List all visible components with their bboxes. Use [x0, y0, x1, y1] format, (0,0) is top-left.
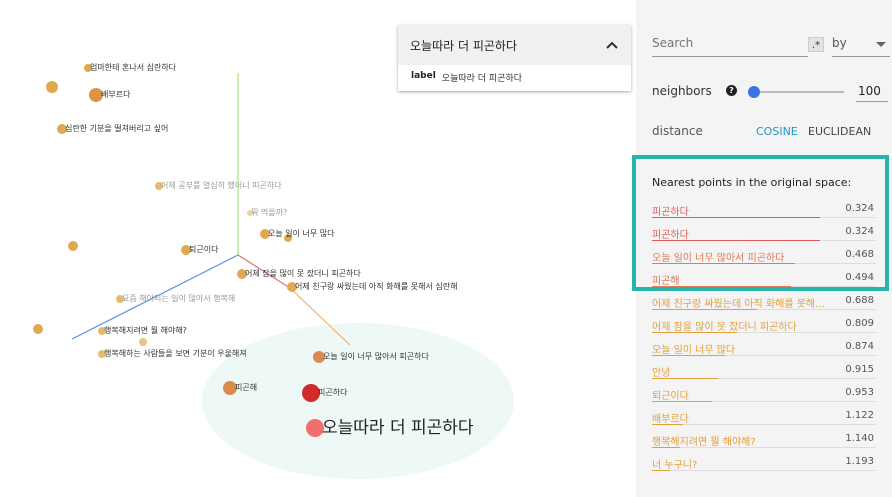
nearest-point-distance: 0.915 — [845, 364, 874, 375]
distance-row: distance COSINE EUCLIDEAN — [652, 124, 882, 140]
nearest-point-label[interactable]: 피곤해 — [652, 272, 680, 287]
nearest-point-label[interactable]: 피곤하다 — [652, 226, 689, 241]
nearest-point-label[interactable]: 오늘 일이 너무 많다 — [652, 341, 735, 356]
data-point-label: 배부르다 — [101, 90, 131, 99]
neighbors-input[interactable]: 100 — [858, 84, 888, 98]
nearest-point-distance: 0.468 — [845, 249, 874, 260]
card-title: 오늘따라 더 피곤하다 — [410, 38, 517, 53]
nearest-point-label[interactable]: 행복해지려면 뭘 해야해? — [652, 433, 756, 448]
nearest-point-row[interactable]: 너 누구니? 1.193 — [652, 453, 876, 476]
nearest-point-row[interactable]: 어제 잠을 많이 못 잤더니 피곤하다 0.809 — [652, 315, 876, 338]
card-body: label 오늘따라 더 피곤하다 — [398, 65, 631, 90]
data-point-label: 행복해지려면 뭘 해야해? — [104, 326, 187, 335]
neighbors-row: neighbors ? 100 — [652, 82, 888, 102]
distance-label: distance — [652, 124, 703, 138]
nearest-point-row[interactable]: 어제 친구랑 싸웠는데 아직 화해를 못해... 0.688 — [652, 292, 876, 315]
data-point-label: 요즘 해야되는 일이 많아서 행복해 — [122, 294, 236, 303]
nearest-point-distance: 0.953 — [845, 387, 874, 398]
inspector-panel: .* by neighbors ? 100 distance COSINE EU… — [636, 0, 892, 497]
neighbors-input-underline — [856, 101, 888, 102]
nearest-point-distance: 0.494 — [845, 272, 874, 283]
nearest-point-label[interactable]: 너 누구니? — [652, 456, 697, 471]
nearest-point-label[interactable]: 어제 잠을 많이 못 잤더니 피곤하다 — [652, 318, 797, 333]
neighbors-slider-track[interactable] — [750, 91, 844, 93]
data-point-label: 행복해하는 사람들을 보면 기분이 우울해져 — [104, 349, 247, 358]
distance-option-cosine[interactable]: COSINE — [756, 125, 798, 138]
data-point-label: 뭐 먹을까? — [251, 208, 288, 217]
data-point-label: 어제 잠을 많이 못 잤더니 피곤하다 — [245, 269, 361, 278]
nearest-point-distance: 0.324 — [845, 203, 874, 214]
neighbors-slider-thumb[interactable] — [747, 86, 760, 98]
neighbors-label: neighbors — [652, 84, 712, 98]
data-point-label: 오늘 일이 너무 많다 — [268, 229, 335, 238]
nearest-point-label[interactable]: 배부르다 — [652, 410, 689, 425]
nearest-points-list: Nearest points in the original space: 피곤… — [652, 176, 876, 476]
data-point-label: 피곤하다 — [318, 388, 348, 397]
data-point-label: 심란한 기분을 떨쳐버리고 싶어 — [65, 124, 169, 133]
data-point-label: 엄마한테 혼나서 심란하다 — [90, 63, 177, 72]
by-underline — [832, 56, 890, 57]
nearest-point-row[interactable]: 피곤해 0.494 — [652, 269, 876, 292]
nearest-point-distance: 0.324 — [845, 226, 874, 237]
data-point[interactable] — [46, 81, 58, 93]
nearest-point-distance: 1.122 — [845, 410, 874, 421]
projection-canvas[interactable]: 엄마한테 혼나서 심란하다배부르다심란한 기분을 떨쳐버리고 싶어어제 공부를 … — [0, 0, 636, 497]
selection-halo — [202, 323, 514, 479]
data-point-label: 어제 친구랑 싸웠는데 아직 화해를 못해서 심란해 — [295, 282, 458, 291]
data-point-label: 어제 공부를 열심히 했더니 피곤하다 — [161, 181, 282, 190]
nearest-point-label[interactable]: 어제 친구랑 싸웠는데 아직 화해를 못해... — [652, 295, 825, 310]
data-point-label: 퇴근이다 — [189, 245, 219, 254]
data-point[interactable] — [68, 241, 78, 251]
nearest-point-row[interactable]: 행복해지려면 뭘 해야해? 1.140 — [652, 430, 876, 453]
nearest-points-title: Nearest points in the original space: — [652, 176, 852, 189]
search-underline — [652, 56, 808, 57]
nearest-point-label[interactable]: 퇴근이다 — [652, 387, 689, 402]
search-input[interactable] — [652, 36, 806, 50]
selected-point-card: 오늘따라 더 피곤하다 label 오늘따라 더 피곤하다 — [398, 25, 631, 91]
card-header[interactable]: 오늘따라 더 피곤하다 — [398, 25, 631, 65]
search-row: .* by — [652, 30, 890, 58]
data-point-label: 피곤해 — [235, 383, 258, 392]
field-key: label — [411, 71, 436, 81]
field-value: 오늘따라 더 피곤하다 — [441, 74, 523, 84]
nearest-point-row[interactable]: 오늘 일이 너무 많아서 피곤하다 0.468 — [652, 246, 876, 269]
data-point-label: 오늘따라 더 피곤하다 — [322, 418, 474, 438]
chevron-up-icon[interactable] — [605, 38, 619, 52]
nearest-point-row[interactable]: 피곤하다 0.324 — [652, 200, 876, 223]
nearest-point-distance: 1.140 — [845, 433, 874, 444]
dropdown-caret-icon[interactable] — [876, 42, 886, 47]
regex-toggle-button[interactable]: .* — [808, 37, 824, 52]
nearest-point-label[interactable]: 오늘 일이 너무 많아서 피곤하다 — [652, 249, 784, 264]
nearest-point-distance: 1.193 — [845, 456, 874, 467]
nearest-point-row[interactable]: 퇴근이다 0.953 — [652, 384, 876, 407]
data-point[interactable] — [139, 338, 147, 346]
nearest-point-distance: 0.688 — [845, 295, 874, 306]
data-point[interactable] — [33, 324, 43, 334]
nearest-point-row[interactable]: 배부르다 1.122 — [652, 407, 876, 430]
data-point-label: 오늘 일이 너무 많아서 피곤하다 — [323, 352, 429, 361]
nearest-point-row[interactable]: 안녕 0.915 — [652, 361, 876, 384]
nearest-point-row[interactable]: 오늘 일이 너무 많다 0.874 — [652, 338, 876, 361]
nearest-point-distance: 0.809 — [845, 318, 874, 329]
nearest-point-row[interactable]: 피곤하다 0.324 — [652, 223, 876, 246]
nearest-point-label[interactable]: 안녕 — [652, 364, 670, 379]
nearest-point-distance: 0.874 — [845, 341, 874, 352]
distance-option-euclidean[interactable]: EUCLIDEAN — [808, 125, 871, 138]
help-icon[interactable]: ? — [726, 85, 737, 96]
nearest-point-label[interactable]: 피곤하다 — [652, 203, 689, 218]
